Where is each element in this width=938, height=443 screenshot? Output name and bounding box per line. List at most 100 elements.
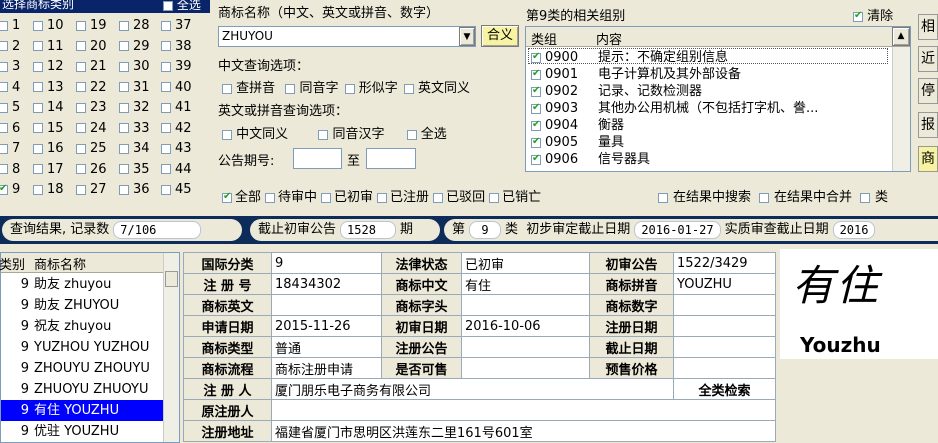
cn-option-similar[interactable]: 形似字 (344, 81, 398, 96)
class-checkbox-9[interactable] (0, 182, 8, 196)
class-option-12[interactable]: 12 (33, 57, 64, 76)
cn-option-pinyin[interactable]: 查拼音 (222, 81, 275, 96)
dropdown-arrow-icon[interactable]: ▼ (459, 27, 475, 46)
period-to-input[interactable] (366, 148, 416, 169)
class-option-19[interactable]: 19 (76, 16, 107, 35)
result-row[interactable]: 9 ZHOUYU ZHOUYU (1, 358, 163, 379)
cn-option-en-synonym-checkbox[interactable] (403, 83, 414, 94)
group-row[interactable]: 0902 记录、记数检测器 (526, 84, 910, 99)
result-list-scrollbar[interactable] (163, 253, 179, 442)
class-option-11[interactable]: 11 (33, 37, 64, 56)
group-row[interactable]: 0905 量具 (526, 135, 910, 150)
class-option-30[interactable]: 30 (119, 57, 150, 76)
class-option-21[interactable]: 21 (76, 57, 107, 76)
class-checkbox-7[interactable] (0, 143, 8, 154)
side-button-3[interactable]: 停 (918, 78, 938, 104)
class-checkbox-31[interactable] (119, 82, 129, 92)
status-filter-4[interactable]: 已注册 (377, 190, 429, 205)
class-option-6[interactable]: 6 (0, 119, 20, 138)
side-button-1[interactable]: 相 (918, 14, 938, 40)
class-option-23[interactable]: 23 (76, 98, 107, 117)
cn-option-similar-checkbox[interactable] (344, 83, 355, 94)
en-option-select-all-checkbox[interactable] (406, 129, 417, 140)
class-checkbox-44[interactable] (161, 164, 171, 174)
status-filter-checkbox[interactable] (222, 190, 232, 204)
class-checkbox-36[interactable] (119, 184, 129, 195)
class-option-14[interactable]: 14 (33, 98, 64, 117)
class-option-9[interactable]: 9 (0, 180, 20, 199)
class-option-35[interactable]: 35 (119, 160, 150, 179)
status-filter-checkbox[interactable] (265, 192, 276, 203)
class-checkbox-24[interactable] (76, 123, 86, 133)
result-row[interactable]: 9 祝友 zhuyou (1, 316, 163, 337)
class-checkbox-43[interactable] (161, 143, 171, 154)
class-checkbox-45[interactable] (161, 184, 171, 195)
side-button-2[interactable]: 近 (918, 46, 938, 72)
status-filter-1[interactable]: 全部 (222, 190, 261, 205)
cn-option-pinyin-checkbox[interactable] (222, 83, 232, 94)
class-option-2[interactable]: 2 (0, 37, 20, 56)
en-option-cn-synonym-checkbox[interactable] (222, 129, 232, 140)
trademark-name-input[interactable]: ZHUYOU ▼ (218, 26, 476, 47)
class-checkbox-12[interactable] (33, 61, 43, 72)
class-checkbox-19[interactable] (76, 20, 86, 31)
class-option-20[interactable]: 20 (76, 37, 107, 56)
status-filter-checkbox[interactable] (321, 192, 332, 203)
class-checkbox-8[interactable] (0, 164, 8, 174)
class-checkbox-30[interactable] (119, 61, 129, 72)
group-row[interactable]: 0903 其他办公用机械（不包括打字机、誊... (526, 101, 910, 116)
result-row[interactable]: 9 YUZHOU YUZHOU (1, 337, 163, 358)
group-checkbox[interactable] (531, 152, 541, 166)
side-button-4[interactable]: 报 (918, 112, 938, 138)
class-option-31[interactable]: 31 (119, 78, 150, 97)
class-option-34[interactable]: 34 (119, 139, 150, 158)
group-checkbox[interactable] (531, 84, 541, 98)
group-checkbox[interactable] (531, 67, 541, 81)
status-filter-checkbox[interactable] (377, 192, 388, 203)
side-button-5[interactable]: 商 (918, 146, 938, 172)
status-filter-2[interactable]: 待审中 (265, 190, 317, 205)
class-checkbox-41[interactable] (161, 102, 171, 113)
class-option-41[interactable]: 41 (161, 98, 192, 117)
class-option-32[interactable]: 32 (119, 98, 150, 117)
class-checkbox-37[interactable] (161, 20, 171, 31)
class-option-45[interactable]: 45 (161, 180, 192, 199)
class-checkbox-29[interactable] (119, 41, 129, 51)
class-option-39[interactable]: 39 (161, 57, 192, 76)
result-row[interactable]: 9 优驻 YOUZHU (1, 421, 163, 442)
result-filter-1[interactable]: 在结果中搜索 (658, 190, 751, 205)
class-option-15[interactable]: 15 (33, 119, 64, 138)
class-option-37[interactable]: 37 (161, 16, 192, 35)
class-option-13[interactable]: 13 (33, 78, 64, 97)
class-option-4[interactable]: 4 (0, 78, 20, 97)
cn-option-en-synonym[interactable]: 英文同义 (403, 81, 470, 96)
class-checkbox-17[interactable] (33, 164, 43, 174)
class-option-26[interactable]: 26 (76, 160, 107, 179)
match-button[interactable]: 合义 (481, 25, 519, 47)
class-option-42[interactable]: 42 (161, 119, 192, 138)
select-all-classes[interactable]: 全选 (163, 0, 201, 11)
en-option-homophone-hanzi-checkbox[interactable] (318, 129, 329, 140)
class-checkbox-39[interactable] (161, 61, 171, 72)
status-filter-checkbox[interactable] (433, 192, 444, 203)
en-option-homophone-hanzi[interactable]: 同音汉字 (318, 127, 384, 142)
class-checkbox-27[interactable] (76, 184, 86, 195)
status-filter-3[interactable]: 已初审 (321, 190, 373, 205)
class-checkbox-15[interactable] (33, 123, 43, 133)
group-row[interactable]: 0904 衡器 (526, 118, 910, 133)
en-option-select-all[interactable]: 全选 (406, 127, 447, 142)
select-all-checkbox[interactable] (163, 0, 173, 11)
all-class-search-link[interactable]: 全类检索 (673, 378, 776, 400)
class-checkbox-35[interactable] (119, 164, 129, 174)
class-checkbox-32[interactable] (119, 102, 129, 113)
class-checkbox-10[interactable] (33, 20, 43, 31)
class-checkbox-22[interactable] (76, 82, 86, 92)
class-checkbox-16[interactable] (33, 143, 43, 154)
class-option-1[interactable]: 1 (0, 16, 20, 35)
status-filter-6[interactable]: 已销亡 (489, 190, 541, 205)
class-checkbox-11[interactable] (33, 41, 43, 51)
result-filter-checkbox[interactable] (860, 192, 871, 203)
class-checkbox-28[interactable] (119, 20, 129, 31)
class-checkbox-20[interactable] (76, 41, 86, 51)
class-option-7[interactable]: 7 (0, 139, 20, 158)
